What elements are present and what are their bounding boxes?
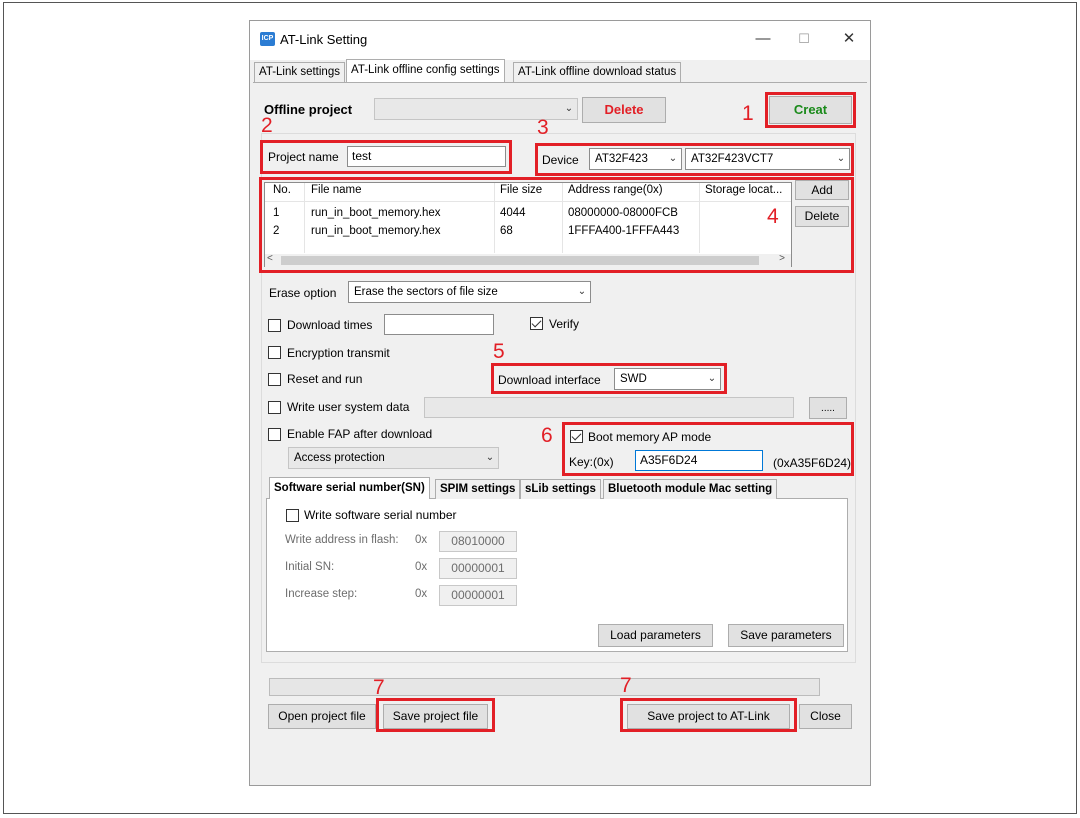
verify-label: Verify [549, 317, 580, 331]
tab-spim-settings[interactable]: SPIM settings [435, 479, 521, 499]
tab-slib-settings[interactable]: sLib settings [520, 479, 601, 499]
encryption-transmit-label: Encryption transmit [287, 346, 390, 360]
highlight-box-5 [491, 363, 727, 394]
write-user-system-data-label: Write user system data [287, 400, 410, 414]
offline-project-label: Offline project [264, 102, 353, 117]
fap-value: Access protection [294, 452, 385, 464]
highlight-box-1 [765, 92, 856, 128]
verify-checkbox[interactable] [530, 317, 543, 330]
encryption-transmit-checkbox[interactable] [268, 346, 281, 359]
write-address-input[interactable]: 08010000 [439, 531, 517, 552]
chevron-down-icon: ⌄ [561, 99, 577, 119]
reset-and-run-label: Reset and run [287, 372, 363, 386]
highlight-box-3 [535, 143, 854, 176]
annotation-2: 2 [261, 114, 273, 137]
write-serial-checkbox[interactable] [286, 509, 299, 522]
highlight-box-2 [260, 140, 512, 174]
highlight-box-6 [562, 422, 854, 476]
write-user-system-data-checkbox[interactable] [268, 401, 281, 414]
highlight-box-4 [259, 177, 854, 273]
annotation-7a: 7 [373, 676, 385, 699]
annotation-4: 4 [767, 205, 779, 228]
delete-project-button[interactable]: Delete [582, 97, 666, 123]
app-icon: ICP [260, 32, 275, 46]
user-system-data-path-field[interactable] [424, 397, 794, 418]
tab-offline-config-settings[interactable]: AT-Link offline config settings [346, 59, 505, 82]
close-button[interactable]: Close [799, 704, 852, 729]
browse-button[interactable]: ..... [809, 397, 847, 419]
enable-fap-checkbox[interactable] [268, 428, 281, 441]
annotation-5: 5 [493, 340, 505, 363]
close-icon[interactable]: ✕ [835, 26, 863, 52]
download-progress-bar [269, 678, 820, 696]
tab-bluetooth-mac-setting[interactable]: Bluetooth module Mac setting [603, 479, 778, 499]
enable-fap-label: Enable FAP after download [287, 427, 433, 441]
annotation-6: 6 [541, 424, 553, 447]
erase-option-label: Erase option [269, 286, 337, 300]
write-address-prefix: 0x [415, 534, 428, 546]
write-serial-label: Write software serial number [304, 508, 457, 522]
increase-step-prefix: 0x [415, 588, 428, 600]
open-project-file-button[interactable]: Open project file [268, 704, 376, 729]
initial-sn-prefix: 0x [415, 561, 428, 573]
tab-at-link-settings[interactable]: AT-Link settings [254, 62, 345, 82]
erase-option-value: Erase the sectors of file size [354, 286, 498, 298]
annotation-3: 3 [537, 116, 549, 139]
save-parameters-button[interactable]: Save parameters [728, 624, 844, 647]
load-parameters-button[interactable]: Load parameters [598, 624, 713, 647]
erase-option-select[interactable]: Erase the sectors of file size ⌄ [348, 281, 591, 303]
highlight-box-7a [376, 698, 495, 732]
chevron-down-icon: ⌄ [482, 448, 498, 468]
tab-offline-download-status[interactable]: AT-Link offline download status [513, 62, 682, 82]
write-address-label: Write address in flash: [285, 534, 399, 546]
fap-select[interactable]: Access protection ⌄ [288, 447, 499, 469]
initial-sn-label: Initial SN: [285, 561, 335, 573]
maximize-icon[interactable]: ☐ [790, 26, 818, 52]
download-times-input[interactable] [384, 314, 494, 335]
download-times-checkbox[interactable] [268, 319, 281, 332]
reset-and-run-checkbox[interactable] [268, 373, 281, 386]
window-title: AT-Link Setting [280, 32, 368, 47]
initial-sn-input[interactable]: 00000001 [439, 558, 517, 579]
tab-software-serial-number[interactable]: Software serial number(SN) [269, 477, 430, 499]
annotation-1: 1 [742, 102, 754, 125]
increase-step-input[interactable]: 00000001 [439, 585, 517, 606]
highlight-box-7b [620, 698, 797, 732]
download-times-label: Download times [287, 318, 373, 332]
increase-step-label: Increase step: [285, 588, 358, 600]
minimize-icon[interactable]: — [749, 26, 777, 52]
annotation-7b: 7 [620, 674, 632, 697]
chevron-down-icon: ⌄ [574, 282, 590, 302]
